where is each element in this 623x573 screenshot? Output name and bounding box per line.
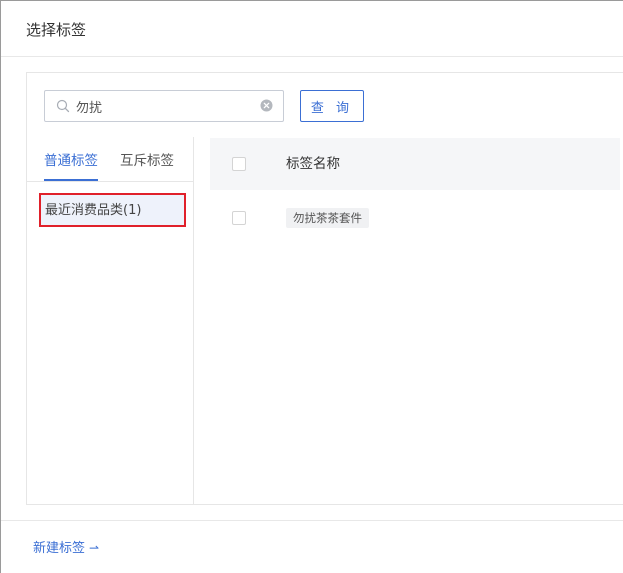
category-pane: 普通标签 互斥标签 最近消费品类(1) [27,137,194,505]
category-item-recent-consumption[interactable]: 最近消费品类(1) [39,193,186,227]
table-header: 标签名称 [210,138,620,190]
tag-chip: 勿扰茶茶套件 [286,208,369,228]
select-tag-dialog: 选择标签 查 询 普通标签 互斥标签 最近消费品类(1) [0,0,623,573]
row-checkbox[interactable] [232,211,246,225]
tag-selection-panel: 查 询 普通标签 互斥标签 最近消费品类(1) 标签名称 勿扰茶茶套件 [26,72,623,505]
category-label: 最近消费品类(1) [45,203,142,218]
search-input[interactable] [76,96,256,116]
column-header-tag-name: 标签名称 [286,156,340,172]
new-tag-link[interactable]: 新建标签 ⇀ [33,540,99,557]
arrow-right-icon: ⇀ [89,541,100,555]
query-button[interactable]: 查 询 [300,90,364,122]
new-tag-label: 新建标签 [33,541,86,556]
search-icon [56,99,70,113]
tab-normal-tags[interactable]: 普通标签 [44,152,98,181]
dialog-header: 选择标签 [1,1,623,57]
tab-exclusive-tags[interactable]: 互斥标签 [120,152,174,170]
tag-type-tabs: 普通标签 互斥标签 [27,137,193,182]
clear-icon[interactable] [260,99,273,112]
select-all-checkbox[interactable] [232,157,246,171]
dialog-footer: 新建标签 ⇀ [1,520,623,573]
search-box[interactable] [44,90,284,122]
dialog-title: 选择标签 [26,21,87,39]
